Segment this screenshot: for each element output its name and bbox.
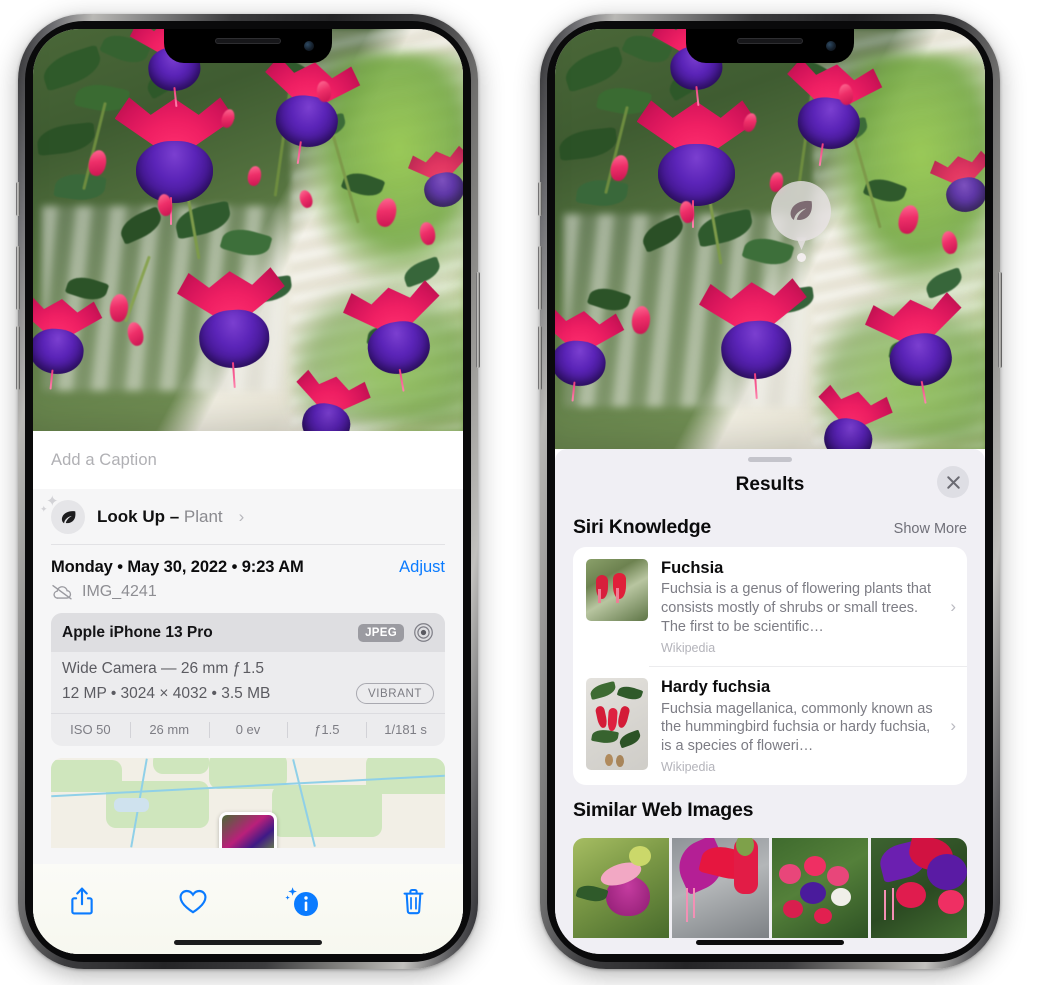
photo-pin[interactable] bbox=[219, 812, 277, 848]
leaf-icon[interactable] bbox=[771, 181, 831, 241]
aperture-icon bbox=[413, 622, 434, 643]
delete-button[interactable] bbox=[391, 878, 437, 924]
look-up-label: Look Up – Plant bbox=[97, 507, 223, 527]
power-button[interactable] bbox=[476, 272, 480, 368]
exif-shutter: 1/181 s bbox=[366, 714, 445, 746]
look-up-row[interactable]: ✦ ✦ Look Up – Plant › bbox=[33, 489, 463, 545]
similar-web-images-header: Similar Web Images bbox=[555, 785, 985, 830]
page-title: Results bbox=[735, 474, 805, 495]
look-up-subject: Plant bbox=[183, 507, 223, 526]
list-item[interactable]: Hardy fuchsia Fuchsia magellanica, commo… bbox=[573, 666, 967, 785]
web-image-thumbnail[interactable] bbox=[573, 838, 670, 939]
siri-knowledge-header: Siri Knowledge Show More bbox=[555, 508, 985, 547]
earpiece-speaker bbox=[737, 38, 803, 44]
exif-exposure: 0 ev bbox=[208, 714, 288, 746]
result-source: Wikipedia bbox=[661, 760, 716, 775]
home-indicator[interactable] bbox=[696, 940, 844, 945]
siri-knowledge-card: Fuchsia Fuchsia is a genus of flowering … bbox=[573, 547, 967, 786]
adjust-button[interactable]: Adjust bbox=[399, 558, 445, 577]
notch bbox=[164, 29, 332, 63]
earpiece-speaker bbox=[215, 38, 281, 44]
result-description: Fuchsia is a genus of flowering plants t… bbox=[661, 581, 932, 635]
front-camera-icon bbox=[304, 41, 314, 51]
camera-device-name: Apple iPhone 13 Pro bbox=[62, 623, 213, 641]
photo-date: Monday • May 30, 2022 • 9:23 AM bbox=[51, 558, 304, 576]
left-phone-device: Add a Caption ✦ ✦ Look Up – Plant › Mond… bbox=[16, 14, 480, 969]
list-item[interactable]: Fuchsia Fuchsia is a genus of flowering … bbox=[573, 547, 967, 666]
chevron-right-icon: › bbox=[950, 596, 956, 616]
exif-stats-row: ISO 50 26 mm 0 ev ƒ1.5 1/181 s bbox=[51, 713, 445, 746]
chevron-right-icon: › bbox=[950, 715, 956, 735]
similar-web-images-row[interactable] bbox=[573, 838, 967, 939]
exif-aperture: ƒ1.5 bbox=[287, 714, 366, 746]
lens-info: Wide Camera — 26 mm ƒ 1.5 bbox=[62, 660, 264, 677]
screenshot-root: Add a Caption ✦ ✦ Look Up – Plant › Mond… bbox=[0, 0, 1055, 985]
photo-filename: IMG_4241 bbox=[82, 583, 157, 600]
result-title: Fuchsia bbox=[661, 559, 724, 577]
close-button[interactable] bbox=[937, 466, 969, 498]
results-header: Results bbox=[555, 462, 985, 508]
section-title-siri-knowledge: Siri Knowledge bbox=[573, 516, 712, 538]
format-badge: JPEG bbox=[358, 623, 404, 642]
web-image-thumbnail[interactable] bbox=[870, 838, 967, 939]
volume-up-button[interactable] bbox=[16, 246, 20, 310]
favorite-button[interactable] bbox=[170, 878, 216, 924]
filename-row: IMG_4241 bbox=[51, 583, 445, 601]
notch bbox=[686, 29, 854, 63]
exif-focal: 26 mm bbox=[129, 714, 209, 746]
left-phone-screen: Add a Caption ✦ ✦ Look Up – Plant › Mond… bbox=[33, 29, 463, 954]
mute-switch[interactable] bbox=[538, 182, 542, 216]
section-title-similar-web-images: Similar Web Images bbox=[573, 799, 754, 822]
volume-up-button[interactable] bbox=[538, 246, 542, 310]
front-camera-icon bbox=[826, 41, 836, 51]
sparkle-small-icon: ✦ bbox=[40, 504, 48, 514]
home-indicator[interactable] bbox=[174, 940, 322, 945]
resolution-info: 12 MP • 3024 × 4032 • 3.5 MB bbox=[62, 684, 271, 702]
exif-body: Wide Camera — 26 mm ƒ 1.5 12 MP • 3024 ×… bbox=[51, 652, 445, 713]
chevron-right-icon: › bbox=[238, 507, 245, 526]
result-title: Hardy fuchsia bbox=[661, 678, 771, 697]
info-button[interactable] bbox=[280, 878, 326, 924]
caption-input[interactable]: Add a Caption bbox=[33, 431, 463, 489]
result-thumbnail bbox=[586, 559, 648, 621]
photographic-style-badge: VIBRANT bbox=[355, 683, 434, 704]
exif-header: Apple iPhone 13 Pro JPEG bbox=[51, 613, 445, 652]
photo-metadata: Monday • May 30, 2022 • 9:23 AM Adjust I… bbox=[33, 545, 463, 601]
right-phone-device: Results Siri Knowledge Show More Fuchsia… bbox=[538, 14, 1002, 969]
mute-switch[interactable] bbox=[16, 182, 20, 216]
share-button[interactable] bbox=[59, 878, 105, 924]
photo-viewer[interactable] bbox=[33, 29, 463, 431]
badge-dot bbox=[797, 253, 806, 262]
volume-down-button[interactable] bbox=[538, 326, 542, 390]
volume-down-button[interactable] bbox=[16, 326, 20, 390]
result-thumbnail bbox=[586, 678, 648, 771]
web-image-thumbnail[interactable] bbox=[771, 838, 868, 939]
location-map[interactable] bbox=[51, 758, 445, 848]
result-source: Wikipedia bbox=[661, 641, 716, 656]
photo-info-panel: Add a Caption ✦ ✦ Look Up – Plant › Mond… bbox=[33, 431, 463, 954]
exif-card[interactable]: Apple iPhone 13 Pro JPEG Wide Camera — 2… bbox=[51, 613, 445, 746]
power-button[interactable] bbox=[998, 272, 1002, 368]
result-description: Fuchsia magellanica, commonly known as t… bbox=[661, 700, 933, 754]
results-sheet: Results Siri Knowledge Show More Fuchsia… bbox=[555, 449, 985, 954]
show-more-button[interactable]: Show More bbox=[894, 521, 967, 537]
caption-placeholder: Add a Caption bbox=[51, 450, 157, 469]
web-image-thumbnail[interactable] bbox=[672, 838, 769, 939]
leaf-icon: ✦ ✦ bbox=[40, 494, 85, 534]
cloud-slash-icon bbox=[51, 584, 73, 600]
photo-viewer[interactable] bbox=[555, 29, 985, 449]
exif-iso: ISO 50 bbox=[70, 722, 111, 737]
right-phone-screen: Results Siri Knowledge Show More Fuchsia… bbox=[555, 29, 985, 954]
look-up-text: Look Up – bbox=[97, 507, 184, 526]
